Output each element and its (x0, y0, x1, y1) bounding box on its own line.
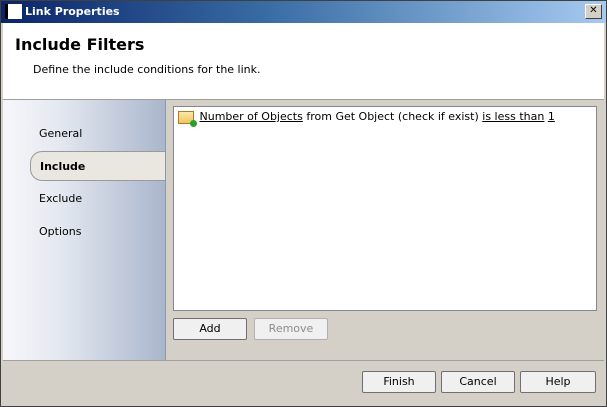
sidebar-item-exclude[interactable]: Exclude (39, 192, 82, 205)
sidebar-item-options[interactable]: Options (39, 225, 81, 238)
app-icon (5, 4, 22, 19)
page-title: Include Filters (15, 35, 145, 54)
rule-source-text: from Get Object (check if exist) (306, 110, 479, 123)
add-button[interactable]: Add (173, 318, 247, 340)
sidebar-item-general[interactable]: General (39, 127, 82, 140)
page-header: Include Filters Define the include condi… (3, 23, 604, 100)
link-properties-dialog: Link Properties ✕ Include Filters Define… (0, 0, 607, 407)
cancel-button[interactable]: Cancel (441, 371, 515, 393)
rule-operator-link[interactable]: is less than (482, 110, 544, 123)
rule-property-link[interactable]: Number of Objects (200, 110, 303, 123)
window-title: Link Properties (25, 5, 120, 18)
filter-rule-row[interactable]: Number of Objects from Get Object (check… (178, 110, 555, 127)
close-button[interactable]: ✕ (585, 4, 602, 19)
help-button[interactable]: Help (520, 371, 596, 393)
page-description: Define the include conditions for the li… (33, 63, 261, 76)
filter-list[interactable]: Number of Objects from Get Object (check… (173, 106, 597, 311)
rule-value-link[interactable]: 1 (548, 110, 555, 123)
title-bar[interactable]: Link Properties ✕ (1, 1, 606, 23)
sidebar-nav: General Include Exclude Options (3, 100, 166, 360)
footer-divider (3, 360, 604, 361)
remove-button[interactable]: Remove (254, 318, 328, 340)
finish-button[interactable]: Finish (362, 371, 436, 393)
filter-rule-icon (178, 110, 197, 127)
sidebar-item-include[interactable]: Include (30, 151, 165, 181)
